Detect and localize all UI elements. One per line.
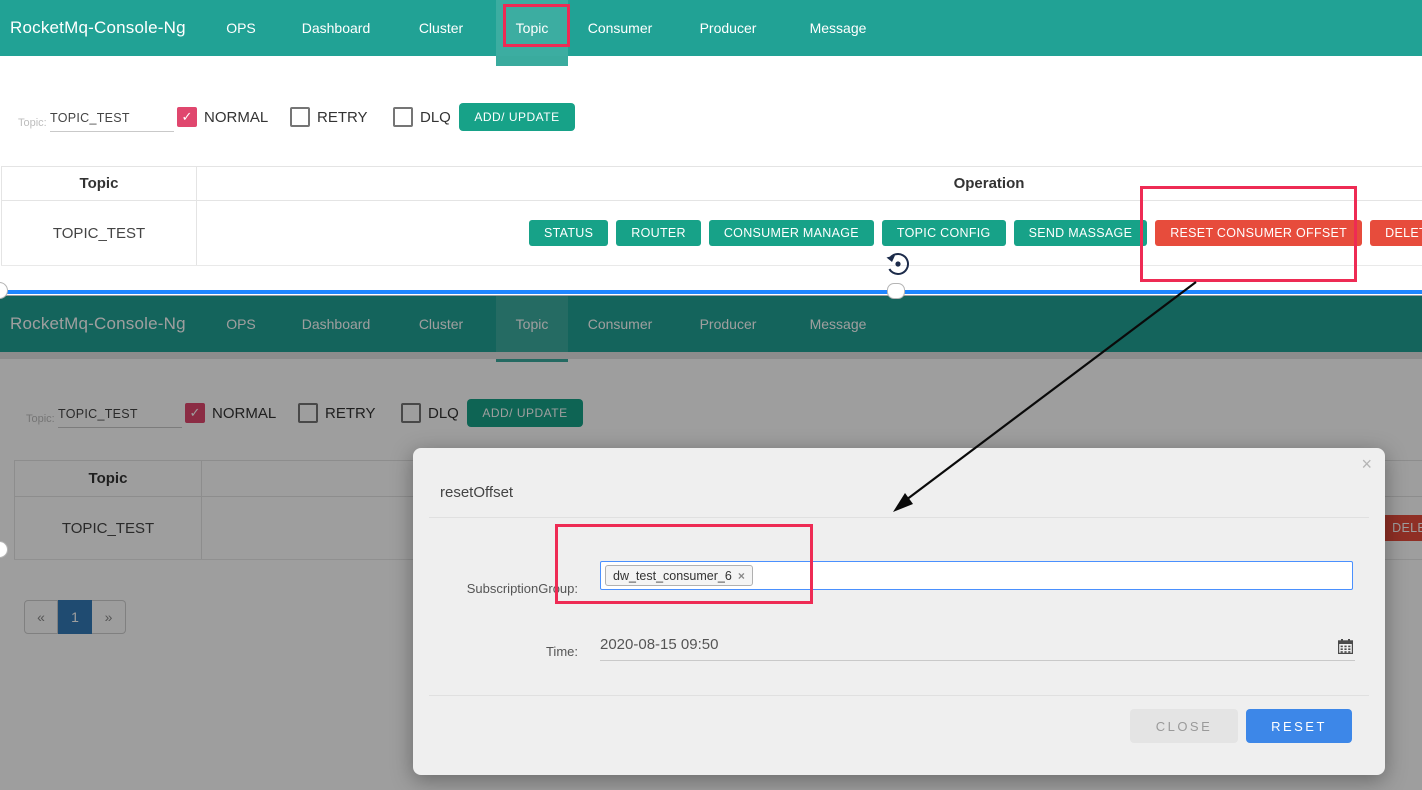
topic-config-button[interactable]: TOPIC CONFIG: [882, 220, 1006, 246]
normal-checkbox[interactable]: ✓: [177, 107, 197, 127]
dlq-checkbox-label: DLQ: [420, 109, 451, 126]
brand-logo[interactable]: RocketMq-Console-Ng: [10, 18, 196, 38]
time-input[interactable]: 2020-08-15 09:50: [600, 636, 1355, 661]
consumer-manage-button[interactable]: CONSUMER MANAGE: [709, 220, 874, 246]
nav-item-producer[interactable]: Producer: [672, 0, 784, 56]
delete-button[interactable]: DELETE: [1370, 220, 1422, 246]
selected-consumer-tag-text: dw_test_consumer_6: [613, 569, 732, 583]
topic-field-label: Topic:: [18, 117, 47, 129]
refresh-icon[interactable]: [883, 249, 913, 284]
nav-item-topic[interactable]: Topic: [496, 0, 568, 56]
time-label: Time:: [508, 644, 578, 659]
topic-table: Topic Operation TOPIC_TEST STATUS ROUTER…: [1, 166, 1422, 266]
selection-line: [0, 290, 1422, 294]
nav-menu: OPS Dashboard Cluster Topic Consumer Pro…: [196, 0, 892, 56]
nav-item-message[interactable]: Message: [784, 0, 892, 56]
retry-checkbox-label: RETRY: [317, 109, 368, 126]
dlq-checkbox[interactable]: [393, 107, 413, 127]
subscription-group-label: SubscriptionGroup:: [453, 581, 578, 596]
topic-column-header: Topic: [80, 175, 119, 192]
table-row: TOPIC_TEST STATUS ROUTER CONSUMER MANAGE…: [1, 201, 1422, 266]
retry-checkbox[interactable]: [290, 107, 310, 127]
status-button[interactable]: STATUS: [529, 220, 608, 246]
nav-item-ops[interactable]: OPS: [196, 0, 286, 56]
tag-remove-icon[interactable]: ×: [738, 569, 745, 583]
time-value: 2020-08-15 09:50: [600, 636, 718, 653]
selected-consumer-tag: dw_test_consumer_6 ×: [605, 565, 753, 586]
table-header-row: Topic Operation: [1, 166, 1422, 201]
reset-offset-modal: × resetOffset SubscriptionGroup: dw_test…: [413, 448, 1385, 775]
screenshot-stage: RocketMq-Console-Ng OPS Dashboard Cluste…: [0, 0, 1422, 790]
nav-item-consumer[interactable]: Consumer: [568, 0, 672, 56]
modal-header-divider: [429, 517, 1369, 518]
modal-footer-divider: [429, 695, 1369, 696]
topic-input[interactable]: TOPIC_TEST: [50, 111, 174, 132]
modal-title: resetOffset: [440, 484, 513, 501]
add-update-button[interactable]: ADD/ UPDATE: [459, 103, 575, 131]
topic-cell: TOPIC_TEST: [53, 225, 145, 242]
operation-column-header: Operation: [954, 175, 1025, 192]
operation-buttons: STATUS ROUTER CONSUMER MANAGE TOPIC CONF…: [529, 220, 1422, 246]
router-button[interactable]: ROUTER: [616, 220, 701, 246]
modal-close-button[interactable]: CLOSE: [1130, 709, 1238, 743]
nav-item-cluster[interactable]: Cluster: [386, 0, 496, 56]
normal-checkbox-label: NORMAL: [204, 109, 268, 126]
send-message-button[interactable]: SEND MASSAGE: [1014, 220, 1148, 246]
nav-item-dashboard[interactable]: Dashboard: [286, 0, 386, 56]
selection-handle-top[interactable]: [887, 283, 905, 299]
navbar: RocketMq-Console-Ng OPS Dashboard Cluste…: [0, 0, 1422, 56]
subscription-group-select[interactable]: dw_test_consumer_6 ×: [600, 561, 1353, 590]
modal-reset-button[interactable]: RESET: [1246, 709, 1352, 743]
calendar-icon[interactable]: [1338, 639, 1353, 659]
reset-consumer-offset-button[interactable]: RESET CONSUMER OFFSET: [1155, 220, 1362, 246]
close-icon[interactable]: ×: [1361, 454, 1372, 475]
